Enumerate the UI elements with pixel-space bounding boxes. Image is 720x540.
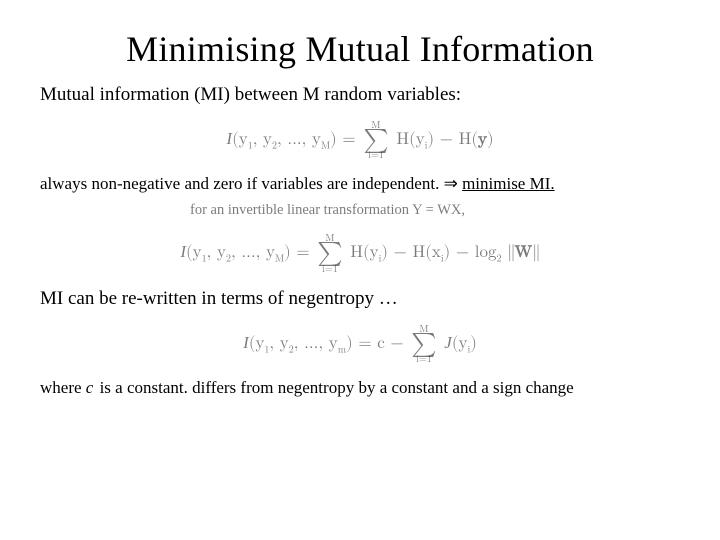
math-symbol-I: I (243, 333, 249, 352)
mi-definition-text: Mutual information (MI) between M random… (40, 84, 680, 106)
equation-1: I(y1, y2, …, yM) = M ∑ i=1 H(yi) − H(y) (40, 118, 680, 162)
eq2-lhs-args: (y1, y2, …, yM) = (186, 244, 315, 261)
linear-transform-caption: for an invertible linear transformation … (190, 202, 680, 219)
eq2-rhs: H(yi) − H(xi) − log2 ∥W∥ (350, 244, 539, 261)
eq1-rhs: H(yi) − H(y) (396, 131, 493, 148)
eq3-rhs: J(yi) (444, 335, 477, 352)
caption-pre: where (40, 378, 86, 397)
summation-icon: M ∑ i=1 (411, 324, 436, 364)
note-lead: always non-negative and zero if variable… (40, 174, 439, 193)
implies-icon: ⇒ (439, 174, 462, 193)
constant-c: c (86, 378, 96, 397)
eq1-lhs-args: (y1, y2, …, yM) = (232, 131, 361, 148)
constant-caption: where c is a constant. differs from nege… (40, 378, 680, 398)
independence-note: always non-negative and zero if variable… (40, 174, 680, 194)
equation-2: I(y1, y2, …, yM) = M ∑ i=1 H(yi) − H(xi)… (40, 231, 680, 275)
minimise-mi-emph: minimise MI. (462, 174, 555, 193)
eq3-lhs-args: (y1, y2, …, ym) = c − (249, 335, 409, 352)
page-title: Minimising Mutual Information (40, 28, 680, 70)
negentropy-rewrite-text: MI can be re-written in terms of negentr… (40, 288, 680, 310)
summation-icon: M ∑ i=1 (317, 233, 342, 273)
equation-3: I(y1, y2, …, ym) = c − M ∑ i=1 J(yi) (40, 322, 680, 366)
summation-icon: M ∑ i=1 (363, 120, 388, 160)
caption-post: is a constant. differs from negentropy b… (95, 378, 573, 397)
